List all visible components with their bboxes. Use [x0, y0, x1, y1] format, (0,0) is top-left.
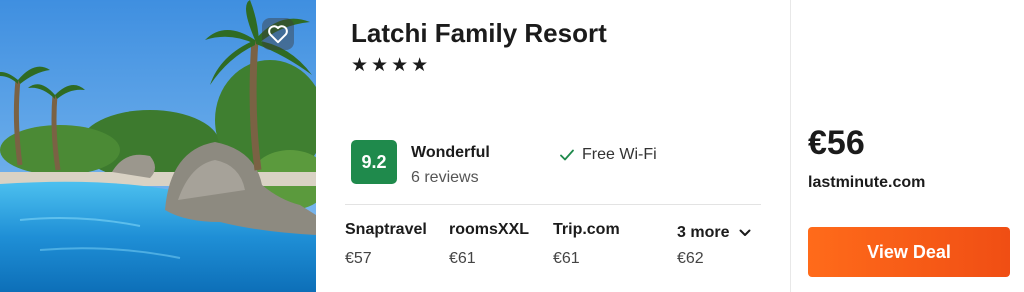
favorite-button[interactable] [262, 18, 294, 50]
provider-offer-roomsxxl[interactable]: roomsXXL €61 [449, 221, 529, 268]
column-divider [790, 0, 791, 292]
view-deal-button[interactable]: View Deal [808, 227, 1010, 277]
amenity-wifi: Free Wi-Fi [560, 146, 657, 164]
more-providers-label: 3 more [677, 224, 730, 241]
best-deal-price: €56 [808, 124, 865, 162]
more-providers-dropdown[interactable]: 3 more [677, 224, 751, 242]
star-rating: ★★★★ [351, 55, 432, 76]
provider-offer-trip-com[interactable]: Trip.com €61 [553, 221, 620, 268]
section-divider [345, 204, 761, 205]
hotel-name[interactable]: Latchi Family Resort [351, 18, 607, 49]
review-count[interactable]: 6 reviews [411, 169, 479, 187]
hotel-photo[interactable] [0, 0, 316, 292]
best-deal-provider: lastminute.com [808, 174, 926, 191]
provider-name: Snaptravel [345, 221, 427, 238]
rating-label: Wonderful [411, 144, 490, 161]
checkmark-icon [560, 149, 574, 161]
provider-price: €57 [345, 250, 372, 267]
more-providers-price: €62 [677, 250, 704, 267]
provider-price: €61 [553, 250, 580, 267]
provider-name: roomsXXL [449, 221, 530, 238]
provider-offer-snaptravel[interactable]: Snaptravel €57 [345, 221, 427, 268]
heart-icon [268, 25, 288, 44]
chevron-down-icon [739, 229, 751, 236]
rating-score-badge: 9.2 [351, 140, 397, 184]
amenity-label: Free Wi-Fi [582, 146, 657, 163]
provider-price: €61 [449, 250, 476, 267]
provider-name: Trip.com [553, 221, 620, 238]
hotel-card: Latchi Family Resort ★★★★ 9.2 Wonderful … [0, 0, 1024, 292]
